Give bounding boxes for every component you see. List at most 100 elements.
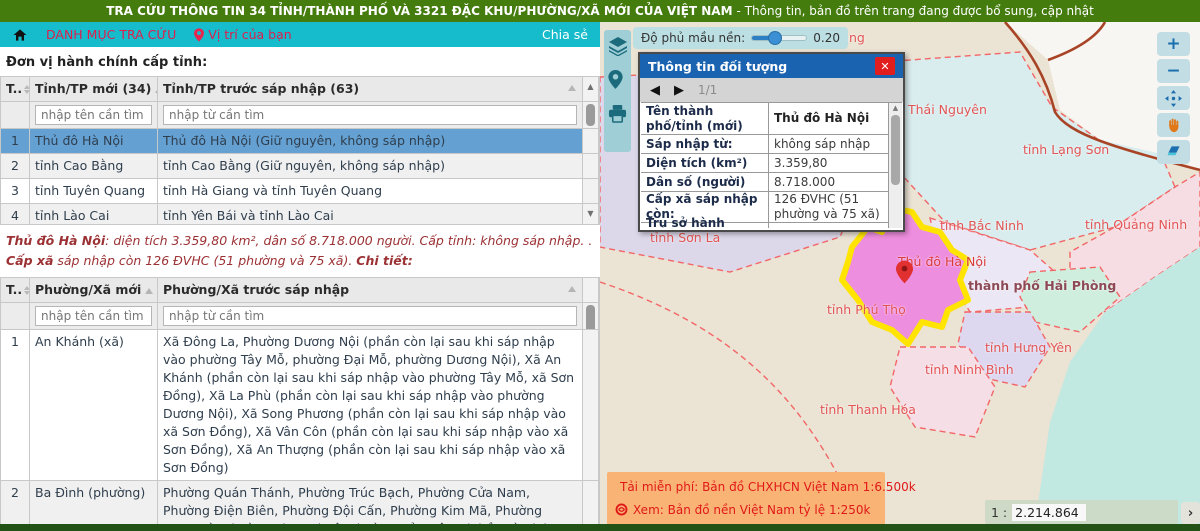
table-row-cell[interactable]: 1 [1,129,30,154]
table-row-cell[interactable]: 2 [1,154,30,179]
attr-label: Dân số (người) [641,173,769,192]
attr-value: 3.359,80 [769,154,889,173]
scroll-up-icon[interactable]: ▲ [889,104,902,112]
table-row-cell[interactable]: An Khánh (xã) [30,330,158,481]
table-row-cell[interactable]: Thủ đô Hà Nội [30,129,158,154]
scroll-thumb[interactable] [586,305,595,330]
province-table: T.. Tỉnh/TP mới (34) Tỉnh/TP trước sáp n… [0,76,600,225]
map-controls: + − [1157,32,1190,164]
table-scrollbar[interactable] [583,303,599,330]
col-header-old-ward[interactable]: Phường/Xã trước sáp nhập [158,278,583,303]
col-header-index[interactable]: T.. [1,77,30,102]
ward-name-filter-input[interactable] [35,306,152,326]
table-scrollbar[interactable] [583,102,599,129]
page-title: TRA CỨU THÔNG TIN 34 TỈNH/THÀNH PHỐ VÀ 3… [0,0,1200,22]
footer-bar [0,524,1200,531]
close-icon[interactable]: ✕ [875,57,895,75]
opacity-slider[interactable] [751,35,807,41]
sort-asc-icon [568,85,576,91]
zoom-out-button[interactable]: − [1157,59,1190,83]
table-row-cell[interactable]: 1 [1,330,30,481]
nav-item-danh-muc[interactable]: DANH MỤC TRA CỨU [46,27,176,42]
opacity-label: Độ phủ mầu nền: [641,31,745,45]
map-label-thanh-hoa: tỉnh Thanh Hóa [820,402,916,417]
scale-input[interactable] [1012,504,1086,521]
layers-icon[interactable] [608,36,628,56]
print-icon[interactable] [608,104,628,124]
scale-next-button[interactable]: › [1181,502,1200,524]
scroll-thumb[interactable] [891,115,900,185]
col-header-old-province[interactable]: Tỉnh/TP trước sáp nhập (63) [158,77,583,102]
filter-cell [1,102,30,129]
table-row-cell[interactable]: tỉnh Cao Bằng (Giữ nguyên, không sáp nhậ… [158,154,583,179]
table-scrollbar[interactable] [583,330,599,481]
attr-value: Thủ đô Hà Nội [769,103,889,135]
table-row-cell[interactable]: tỉnh Tuyên Quang [30,179,158,204]
table-row-cell[interactable]: Xã Đông La, Phường Dương Nội (phần còn l… [158,330,583,481]
hand-pan-icon[interactable] [1157,113,1190,137]
scale-widget: 1 : [985,500,1178,524]
table-scrollbar[interactable] [583,179,599,204]
locate-icon[interactable] [608,70,628,90]
col-header-new-ward[interactable]: Phường/Xã mới [30,278,158,303]
province-summary: Thủ đô Hà Nội: diện tích 3.359,80 km², d… [0,225,600,277]
share-button[interactable]: Chia sẻ [542,27,588,42]
map-label-son-la: tỉnh Sơn La [650,230,720,245]
province-name-filter-input[interactable] [35,105,152,125]
pager-count: 1/1 [698,83,717,97]
zoom-in-button[interactable]: + [1157,32,1190,56]
feature-info-popup: Thông tin đối tượng ✕ ◀ ▶ 1/1 Tên thành … [638,52,905,232]
table-scrollbar[interactable] [583,129,599,154]
scroll-up-icon[interactable]: ▲ [583,78,598,96]
table-scrollbar[interactable]: ▼ [583,204,599,225]
map-label-partial: ng [849,30,865,45]
filter-cell [158,102,583,129]
table-scrollbar[interactable] [583,278,599,303]
table-row-cell[interactable]: 3 [1,179,30,204]
filter-cell [158,303,583,330]
home-icon[interactable] [12,27,28,43]
scroll-thumb[interactable] [586,104,595,126]
section-title: Đơn vị hành chính cấp tỉnh: [0,47,600,76]
sort-asc-icon [568,286,576,292]
map-label-thai-nguyen: Thái Nguyên [908,102,987,117]
map-label-hai-phong: thành phố Hải Phòng [968,278,1116,293]
col-header-new-province[interactable]: Tỉnh/TP mới (34) [30,77,158,102]
attr-label: Trụ sở hành chính [641,223,769,228]
map-canvas[interactable]: ng Thái Nguyên tỉnh Lạng Sơn tỉnh Bắc Ni… [600,22,1200,524]
nav-item-location[interactable]: Vị trí của bạn [194,27,291,42]
ward-from-filter-input[interactable] [163,306,577,326]
popup-scrollbar[interactable]: ▲▼ [889,103,902,228]
table-scrollbar[interactable] [583,154,599,179]
table-scrollbar[interactable]: ▲ [583,77,599,102]
table-row-cell[interactable]: tỉnh Yên Bái và tỉnh Lào Cai [158,204,583,225]
table-row-cell[interactable]: 4 [1,204,30,225]
scroll-down-icon[interactable]: ▼ [583,205,598,223]
next-feature-button[interactable]: ▶ [674,84,684,97]
map-label-phu-tho: tỉnh Phú Thọ [827,302,906,317]
download-map-link[interactable]: Tải miễn phí: Bản đồ CHXHCN Việt Nam 1:6… [615,480,877,494]
scale-prefix: 1 : [991,505,1007,520]
page-title-bold: TRA CỨU THÔNG TIN 34 TỈNH/THÀNH PHỐ VÀ 3… [106,4,732,18]
attr-value [769,223,889,228]
province-from-filter-input[interactable] [163,105,577,125]
map-label-hung-yen: tỉnh Hưng Yên [985,340,1072,355]
popup-pager: ◀ ▶ 1/1 [640,78,903,102]
table-row-cell[interactable]: tỉnh Lào Cai [30,204,158,225]
prev-feature-button[interactable]: ◀ [650,84,660,97]
eraser-icon[interactable] [1157,140,1190,164]
popup-attribute-table: Tên thành phố/tỉnh (mới) Thủ đô Hà Nội ▲… [641,102,902,228]
table-row-cell[interactable]: Thủ đô Hà Nội (Giữ nguyên, không sáp nhậ… [158,129,583,154]
attr-label: Sáp nhập từ: [641,135,769,154]
table-row-cell[interactable]: tỉnh Cao Bằng [30,154,158,179]
lookup-panel: Đơn vị hành chính cấp tỉnh: T.. Tỉnh/TP … [0,47,600,524]
popup-header: Thông tin đối tượng ✕ [640,54,903,78]
map-marker-icon[interactable] [896,260,913,284]
opacity-slider-handle[interactable] [768,31,782,45]
table-row-cell[interactable]: tỉnh Hà Giang và tỉnh Tuyên Quang [158,179,583,204]
popup-title: Thông tin đối tượng [648,59,787,74]
pan-icon[interactable] [1157,86,1190,110]
col-header-index[interactable]: T.. [1,278,30,303]
view-basemap-link[interactable]: Xem: Bản đồ nền Việt Nam tỷ lệ 1:250k [615,503,877,517]
page-title-rest: - Thông tin, bản đồ trên trang đang được… [737,4,1094,18]
